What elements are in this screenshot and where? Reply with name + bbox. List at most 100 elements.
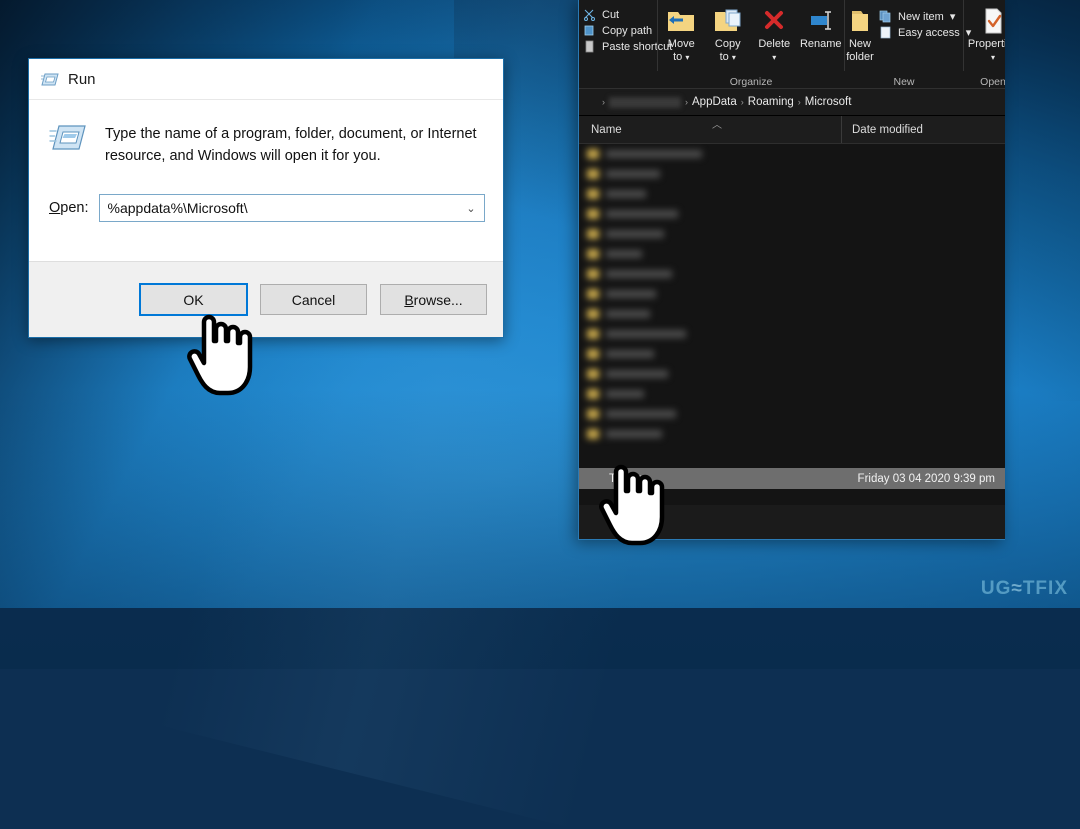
blurred-file-row[interactable] <box>579 244 879 264</box>
ribbon-command-copy-path-label: Copy path <box>602 24 653 37</box>
blurred-file-row[interactable] <box>579 404 879 424</box>
folder-icon <box>587 169 599 179</box>
run-dialog-titlebar[interactable]: Run <box>29 59 503 99</box>
open-field-label: Open: <box>49 200 89 217</box>
watermark-mark: ≈ <box>1011 578 1023 599</box>
blurred-file-row[interactable] <box>579 364 879 384</box>
explorer-ribbon[interactable]: Cut Copy path Paste shortcut Move to ▾ C… <box>579 0 1005 89</box>
ribbon-command-copy-to-label: Copy <box>714 38 741 50</box>
blurred-file-name <box>606 210 678 218</box>
ribbon-command-move-to[interactable]: Move to ▾ <box>658 3 705 63</box>
blurred-file-name <box>606 370 668 378</box>
file-list[interactable]: Teams Friday 03 04 2020 9:39 pm <box>579 144 1005 505</box>
run-window-icon <box>41 72 59 87</box>
breadcrumb-item-roaming[interactable]: Roaming <box>748 96 794 108</box>
blurred-file-row[interactable] <box>579 304 879 324</box>
ribbon-group-new[interactable]: New folder New item ▾ Easy access ▾ New <box>844 0 971 88</box>
ribbon-command-rename[interactable]: Rename <box>798 3 845 51</box>
cancel-button[interactable]: Cancel <box>260 284 367 315</box>
move-to-icon <box>666 7 696 35</box>
column-header-row[interactable]: Name ︿ Date modified <box>579 116 1005 144</box>
chevron-down-icon: ▾ <box>731 52 736 62</box>
ribbon-command-cut-label: Cut <box>602 8 620 21</box>
new-item-icon <box>879 10 892 23</box>
copy-path-icon <box>583 24 596 37</box>
ribbon-group-organize[interactable]: Move to ▾ Copy to ▾ Delete ▾ Rename Orga… <box>657 0 845 88</box>
delete-icon <box>759 7 789 35</box>
blurred-file-name <box>606 330 686 338</box>
ribbon-command-new-folder-label: New <box>848 38 871 50</box>
blurred-file-row[interactable] <box>579 264 879 284</box>
blurred-file-name <box>606 290 656 298</box>
easy-access-icon <box>879 26 892 39</box>
chevron-down-icon: ▾ <box>949 11 956 23</box>
run-dialog-description: Type the name of a program, folder, docu… <box>105 126 477 165</box>
ribbon-group-clipboard[interactable]: Cut Copy path Paste shortcut <box>579 0 672 71</box>
run-dialog[interactable]: Run Type the name of a program, folder, … <box>28 58 504 338</box>
folder-icon <box>587 189 599 199</box>
ribbon-command-new-item[interactable]: New item ▾ <box>879 10 971 23</box>
chevron-down-icon[interactable]: ⌄ <box>458 195 484 221</box>
hand-cursor-ok-button <box>186 305 256 397</box>
blurred-file-row[interactable] <box>579 344 879 364</box>
blurred-file-row[interactable] <box>579 164 879 184</box>
breadcrumb-item-microsoft[interactable]: Microsoft <box>805 96 852 108</box>
blurred-file-row[interactable] <box>579 384 879 404</box>
chevron-down-icon: ▾ <box>772 52 777 62</box>
blurred-file-name <box>606 430 662 438</box>
ribbon-command-easy-access[interactable]: Easy access ▾ <box>879 26 971 39</box>
blurred-file-name <box>606 250 642 258</box>
blurred-file-name <box>606 410 676 418</box>
folder-icon <box>587 369 599 379</box>
breadcrumb-separator: › <box>685 97 688 107</box>
ribbon-command-new-folder[interactable]: New folder <box>845 3 875 63</box>
blurred-file-row[interactable] <box>579 184 879 204</box>
open-field-row: Open: %appdata%\Microsoft\ ⌄ <box>49 194 485 223</box>
watermark-middle: G <box>995 578 1012 599</box>
ribbon-command-easy-access-label: Easy access <box>898 26 960 39</box>
blurred-file-row[interactable] <box>579 224 879 244</box>
blurred-file-row[interactable] <box>579 144 879 164</box>
ribbon-command-delete[interactable]: Delete ▾ <box>751 3 798 63</box>
folder-icon <box>587 429 599 439</box>
folder-icon <box>587 289 599 299</box>
address-bar[interactable]: › › AppData › Roaming › Microsoft <box>579 89 1005 116</box>
column-header-date-modified[interactable]: Date modified <box>841 116 1005 143</box>
open-combobox[interactable]: %appdata%\Microsoft\ ⌄ <box>98 194 485 223</box>
ribbon-command-new-folder-label2: folder <box>846 50 874 63</box>
blurred-file-row[interactable] <box>579 424 879 444</box>
ribbon-command-properties[interactable]: Properties ▾ <box>964 3 1005 63</box>
folder-icon <box>587 329 599 339</box>
blurred-file-name <box>606 190 646 198</box>
ribbon-group-organize-label: Organize <box>729 76 773 88</box>
ribbon-group-open[interactable]: Properties ▾ Open <box>963 0 1005 88</box>
scissors-icon <box>583 8 596 21</box>
folder-icon <box>587 389 599 399</box>
breadcrumb-item-appdata[interactable]: AppData <box>692 96 737 108</box>
blurred-file-row[interactable] <box>579 204 879 224</box>
breadcrumb-item-user[interactable] <box>609 96 681 108</box>
column-header-name[interactable]: Name ︿ <box>579 120 841 136</box>
breadcrumb-separator: › <box>797 97 801 107</box>
ribbon-command-move-to-label: Move <box>667 38 695 50</box>
blurred-file-name <box>606 310 650 318</box>
properties-icon <box>978 7 1005 35</box>
blurred-file-name <box>606 350 654 358</box>
blurred-file-name <box>606 270 672 278</box>
column-header-name-label: Name <box>591 123 622 136</box>
folder-icon <box>587 309 599 319</box>
blurred-file-row[interactable] <box>579 284 879 304</box>
blurred-file-name <box>606 150 702 158</box>
folder-icon <box>587 209 599 219</box>
folder-icon <box>587 269 599 279</box>
browse-button[interactable]: Browse... <box>380 284 487 315</box>
blurred-file-row[interactable] <box>579 324 879 344</box>
open-input[interactable]: %appdata%\Microsoft\ <box>100 200 458 216</box>
watermark-prefix: U <box>980 578 996 599</box>
ribbon-group-new-label: New <box>893 76 915 88</box>
folder-icon <box>587 409 599 419</box>
ribbon-command-delete-label: Delete <box>758 38 791 50</box>
ribbon-command-new-item-label: New item <box>898 10 944 23</box>
folder-icon <box>587 249 599 259</box>
ribbon-command-copy-to[interactable]: Copy to ▾ <box>705 3 752 63</box>
